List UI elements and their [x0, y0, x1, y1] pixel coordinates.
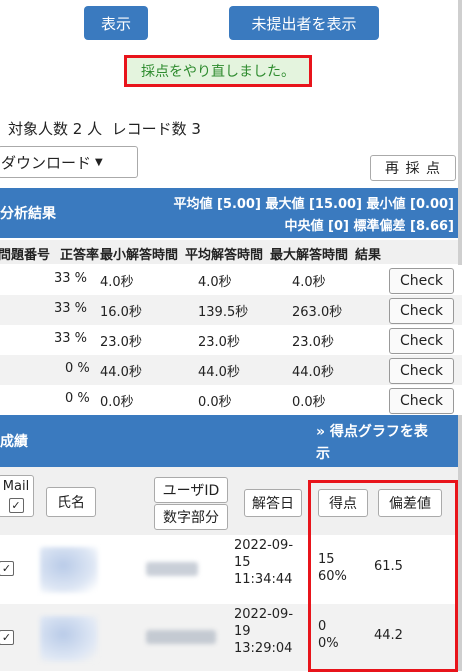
avg-time: 0.0秒: [198, 395, 232, 410]
date-line: 13:29:04: [234, 641, 293, 656]
question-row: 33 % 4.0秒 4.0秒 4.0秒 Check: [0, 265, 462, 295]
date-line: 2022-09-: [234, 607, 294, 622]
date-sort-button[interactable]: 解答日: [244, 489, 302, 517]
col-avg-time: 平均解答時間: [185, 248, 264, 263]
col-min-time: 最小解答時間: [100, 248, 179, 263]
avg-time: 139.5秒: [198, 305, 249, 320]
score-graph-link-cont[interactable]: 示: [316, 443, 330, 463]
date-line: 11:34:44: [234, 572, 293, 587]
mail-header[interactable]: Mail ✓: [0, 475, 34, 517]
date-line: 19: [234, 624, 251, 639]
userid-sort-button[interactable]: ユーザID: [154, 477, 228, 503]
date-line: 2022-09-: [234, 538, 294, 553]
max-time: 23.0秒: [292, 335, 334, 350]
max-time: 44.0秒: [292, 365, 334, 380]
col-max-time: 最大解答時間: [270, 248, 349, 263]
correct-rate: 33 %: [54, 271, 88, 286]
analysis-stats-line2: 中央値 [0] 標準偏差 [8.66]: [284, 219, 454, 234]
caret-down-icon: ▼: [95, 156, 103, 168]
select-all-checkbox[interactable]: ✓: [8, 498, 24, 513]
correct-rate: 33 %: [54, 301, 88, 316]
results-header: 成績 » 得点グラフを表 示: [0, 415, 458, 467]
question-row: 33 % 16.0秒 139.5秒 263.0秒 Check: [0, 295, 462, 325]
score-graph-link[interactable]: » 得点グラフを表: [316, 421, 428, 441]
digits-sort-button[interactable]: 数字部分: [154, 504, 228, 530]
status-message: 採点をやり直しました。: [124, 55, 312, 87]
name-sort-button[interactable]: 氏名: [46, 487, 96, 517]
answer-date: 2022-09- 19 13:29:04: [234, 606, 293, 657]
mail-checkbox[interactable]: ✓: [0, 630, 14, 645]
question-row: 33 % 23.0秒 23.0秒 23.0秒 Check: [0, 325, 462, 355]
check-button[interactable]: Check: [389, 298, 454, 324]
results-title: 成績: [0, 434, 28, 450]
date-line: 15: [234, 555, 251, 570]
correct-rate: 33 %: [54, 331, 88, 346]
download-label: ダウンロード: [1, 153, 92, 172]
analysis-header: 分析結果 平均値 [5.00] 最大値 [15.00] 最小値 [0.00] 中…: [0, 188, 458, 238]
avg-time: 44.0秒: [198, 365, 240, 380]
col-question-no: 問題番号: [0, 248, 51, 263]
max-time: 0.0秒: [292, 395, 326, 410]
max-time: 4.0秒: [292, 275, 326, 290]
avatar-name-blurred: [40, 616, 98, 662]
analysis-title: 分析結果: [0, 206, 56, 222]
check-button[interactable]: Check: [389, 358, 454, 384]
question-table-header: 問題番号 正答率 最小解答時間 平均解答時間 最大解答時間 結果: [0, 240, 458, 264]
check-button[interactable]: Check: [389, 268, 454, 294]
check-button[interactable]: Check: [389, 328, 454, 354]
avg-time: 23.0秒: [198, 335, 240, 350]
question-row: 0 % 0.0秒 0.0秒 0.0秒 Check: [0, 385, 462, 415]
rescore-button[interactable]: 再 採 点: [370, 155, 456, 181]
question-row: 0 % 44.0秒 44.0秒 44.0秒 Check: [0, 355, 462, 385]
mail-checkbox[interactable]: ✓: [0, 561, 14, 576]
correct-rate: 0 %: [65, 361, 90, 376]
min-time: 0.0秒: [100, 395, 134, 410]
mail-label: Mail: [2, 479, 30, 494]
score-columns-highlight: [308, 480, 458, 672]
col-result: 結果: [355, 248, 382, 263]
min-time: 44.0秒: [100, 365, 142, 380]
col-correct-rate: 正答率: [60, 248, 100, 263]
userid-blurred: [146, 630, 216, 644]
min-time: 4.0秒: [100, 275, 134, 290]
status-message-text: 採点をやり直しました。: [141, 64, 295, 80]
avatar-name-blurred: [40, 547, 98, 593]
download-dropdown[interactable]: ダウンロード ▼: [0, 146, 138, 178]
analysis-stats-line1: 平均値 [5.00] 最大値 [15.00] 最小値 [0.00]: [173, 197, 454, 212]
min-time: 23.0秒: [100, 335, 142, 350]
avg-time: 4.0秒: [198, 275, 232, 290]
record-counts: 対象人数 2 人 レコード数 3: [8, 120, 201, 138]
answer-date: 2022-09- 15 11:34:44: [234, 537, 293, 588]
show-unsubmitted-button[interactable]: 未提出者を表示: [229, 6, 379, 40]
show-button[interactable]: 表示: [84, 6, 148, 40]
correct-rate: 0 %: [65, 391, 90, 406]
min-time: 16.0秒: [100, 305, 142, 320]
max-time: 263.0秒: [292, 305, 343, 320]
check-button[interactable]: Check: [389, 388, 454, 414]
userid-blurred: [146, 562, 198, 576]
